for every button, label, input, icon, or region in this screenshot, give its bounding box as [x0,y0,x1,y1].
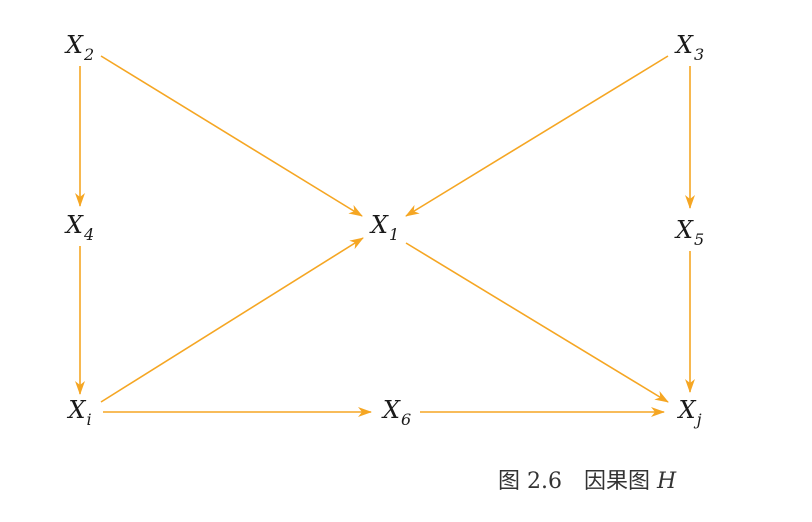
caption-prefix: 图 2.6 因果图 [498,469,657,494]
node-x2: X2 [66,33,94,63]
edge-xi-to-x1 [100,237,364,403]
node-base-label: X [382,396,400,424]
node-base-label: X [68,396,86,424]
node-x3: X3 [676,33,704,63]
node-subscript: i [86,410,92,429]
figure-caption: 图 2.6 因果图 H [498,463,676,495]
node-base-label: X [675,31,693,59]
node-subscript: j [696,410,702,429]
node-base-label: X [678,396,696,424]
node-x6: X6 [383,398,411,428]
node-base-label: X [65,31,83,59]
node-base-label: X [65,211,83,239]
node-subscript: 4 [83,225,95,244]
edge-x3-to-x1 [405,55,669,217]
caption-italic: H [656,469,677,494]
node-base-label: X [675,216,693,244]
node-x5: X5 [676,218,704,248]
node-subscript: 1 [388,225,400,244]
node-xi: Xi [68,398,91,428]
node-x1: X1 [371,213,399,243]
node-subscript: 6 [400,410,412,429]
edge-x2-to-x1 [100,55,363,217]
node-x4: X4 [66,213,94,243]
node-base-label: X [370,211,388,239]
node-subscript: 3 [693,45,705,64]
causal-diagram [75,55,695,417]
edge-x1-to-xj [405,242,669,403]
node-xj: Xj [678,398,701,428]
node-subscript: 2 [83,45,95,64]
node-subscript: 5 [693,230,705,249]
